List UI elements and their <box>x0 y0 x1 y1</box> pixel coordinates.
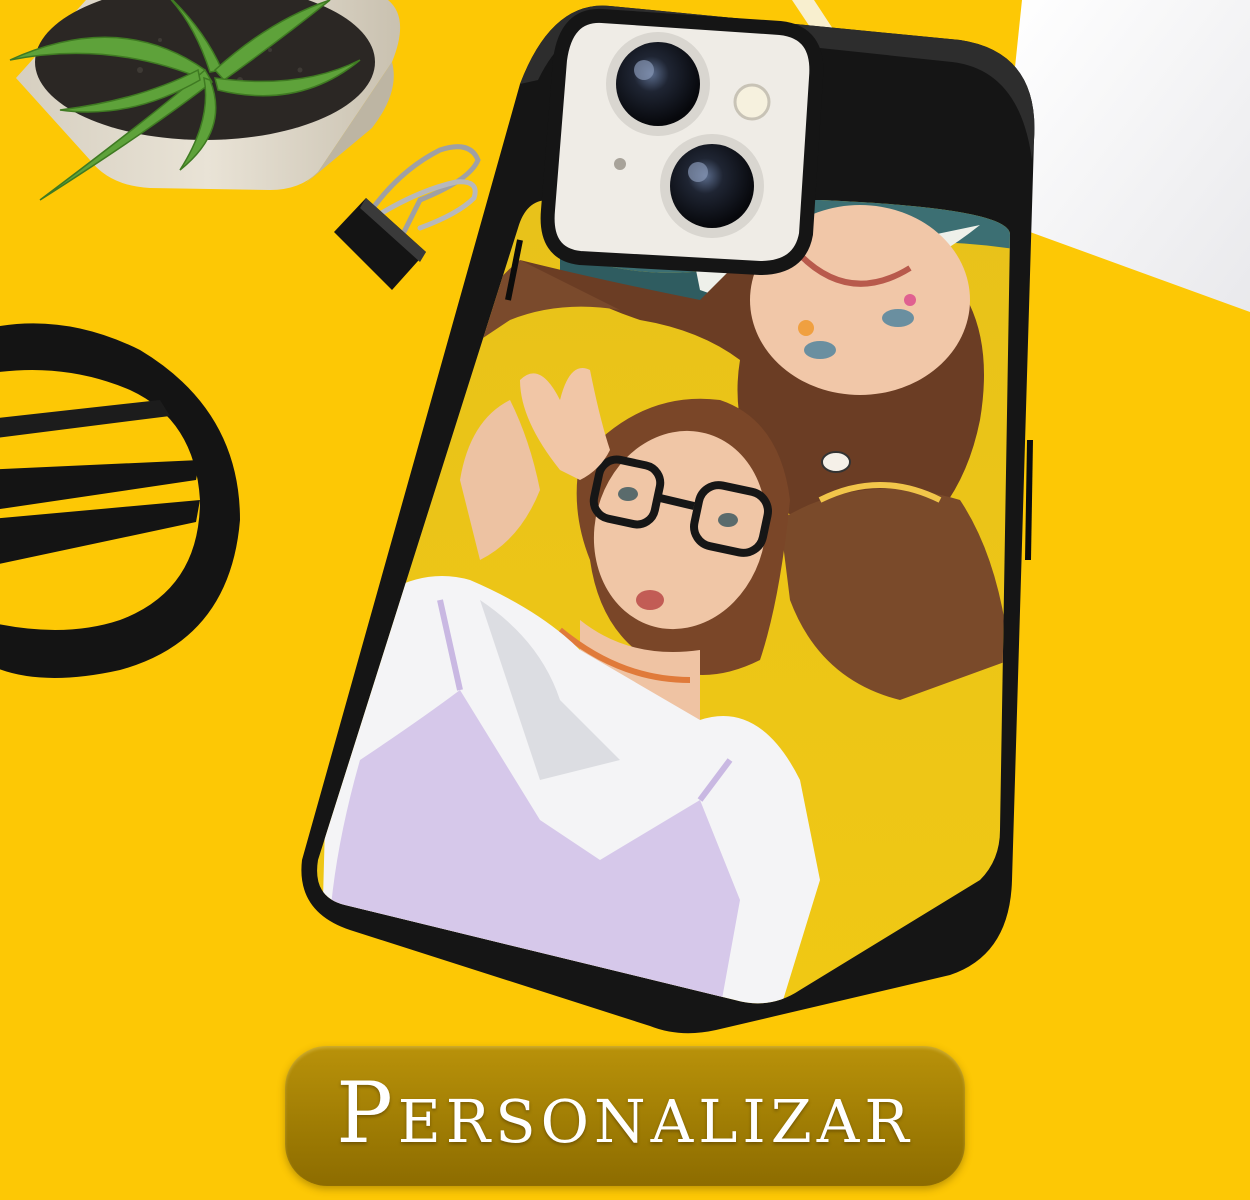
binder-clip-icon <box>334 144 481 290</box>
product-scene <box>0 0 1250 1034</box>
camera-module <box>540 8 824 276</box>
black-stand-icon <box>0 323 240 678</box>
flash-icon <box>733 83 771 121</box>
camera-lens-icon <box>670 144 754 228</box>
personalize-button[interactable]: Personalizar <box>285 1046 965 1186</box>
paper-sheet <box>1012 0 1250 312</box>
phone-case <box>301 5 1035 1034</box>
personalize-button-label: Personalizar <box>336 1064 914 1162</box>
camera-lens-icon <box>616 42 700 126</box>
plant-pot-icon <box>9 0 401 201</box>
custom-photo <box>317 200 1011 1004</box>
